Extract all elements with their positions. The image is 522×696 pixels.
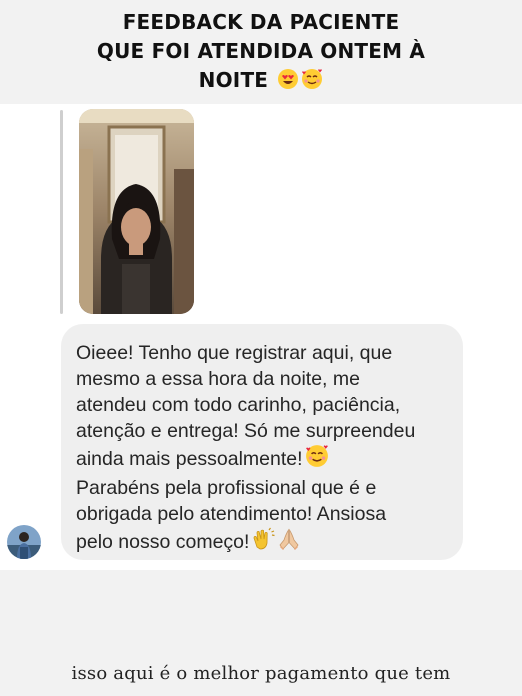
message-part-1: Oieee! Tenho que registrar aqui, que mes… [76, 342, 416, 470]
sender-avatar[interactable] [7, 525, 41, 559]
clapping-hands-emoji-icon [251, 527, 276, 558]
story-reply-thumbnail[interactable] [79, 109, 194, 314]
title-line-3-text: NOITE [198, 68, 269, 92]
folded-hands-emoji-icon [277, 527, 301, 558]
message-bubble[interactable]: Oieee! Tenho que registrar aqui, que mes… [61, 324, 463, 560]
message-text: Oieee! Tenho que registrar aqui, que mes… [76, 340, 453, 558]
story-caption: isso aqui é o melhor pagamento que tem [71, 663, 451, 684]
story-title: FEEDBACK DA PACIENTE QUE FOI ATENDIDA ON… [0, 8, 522, 98]
heart-eyes-emoji-icon [277, 68, 299, 98]
message-part-2: Parabéns pela profissional que é e obrig… [76, 477, 387, 553]
title-line-1: FEEDBACK DA PACIENTE [122, 10, 400, 34]
story-header: FEEDBACK DA PACIENTE QUE FOI ATENDIDA ON… [0, 0, 522, 104]
title-line-2: QUE FOI ATENDIDA ONTEM À [96, 39, 426, 63]
smiling-face-with-hearts-emoji-icon [301, 68, 323, 98]
title-line-3: NOITE [0, 66, 522, 98]
smiling-face-with-hearts-emoji-icon [305, 444, 329, 475]
reply-indicator-bar [60, 110, 63, 314]
